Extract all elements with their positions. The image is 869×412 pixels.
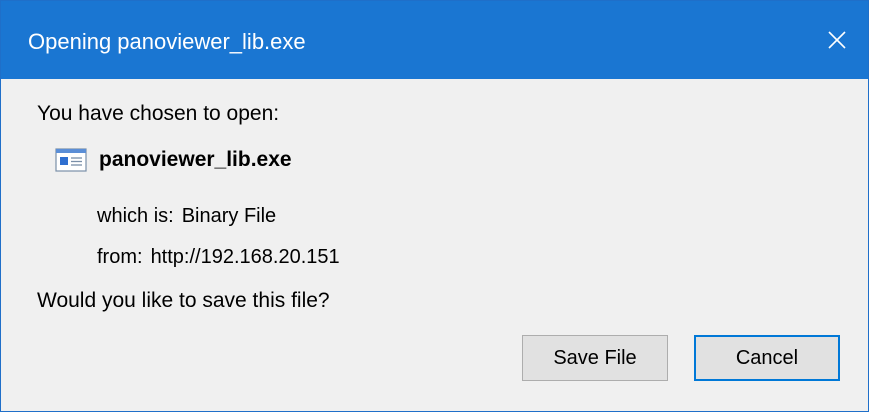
- file-icon: [55, 148, 87, 172]
- intro-text: You have chosen to open:: [37, 102, 280, 125]
- file-type-label: which is:: [97, 205, 174, 227]
- file-name: panoviewer_lib.exe: [99, 148, 292, 171]
- file-open-dialog: Opening panoviewer_lib.exe You have chos…: [0, 0, 869, 412]
- save-question: Would you like to save this file?: [37, 289, 330, 312]
- file-source-label: from:: [97, 246, 143, 268]
- save-file-button[interactable]: Save File: [522, 335, 668, 381]
- file-type-row: which is: Binary File: [97, 203, 276, 229]
- file-type-value: Binary File: [181, 205, 277, 227]
- window-title: Opening panoviewer_lib.exe: [28, 29, 306, 54]
- title-bar[interactable]: Opening panoviewer_lib.exe: [1, 1, 868, 79]
- file-source-row: from: http://192.168.20.151: [97, 244, 340, 270]
- file-source-value: http://192.168.20.151: [150, 246, 340, 268]
- cancel-button[interactable]: Cancel: [694, 335, 840, 381]
- file-row: panoviewer_lib.exe: [55, 145, 292, 175]
- close-button[interactable]: [806, 1, 868, 79]
- close-icon: [828, 31, 846, 49]
- dialog-body: You have chosen to open: panoviewer_lib.…: [1, 79, 868, 411]
